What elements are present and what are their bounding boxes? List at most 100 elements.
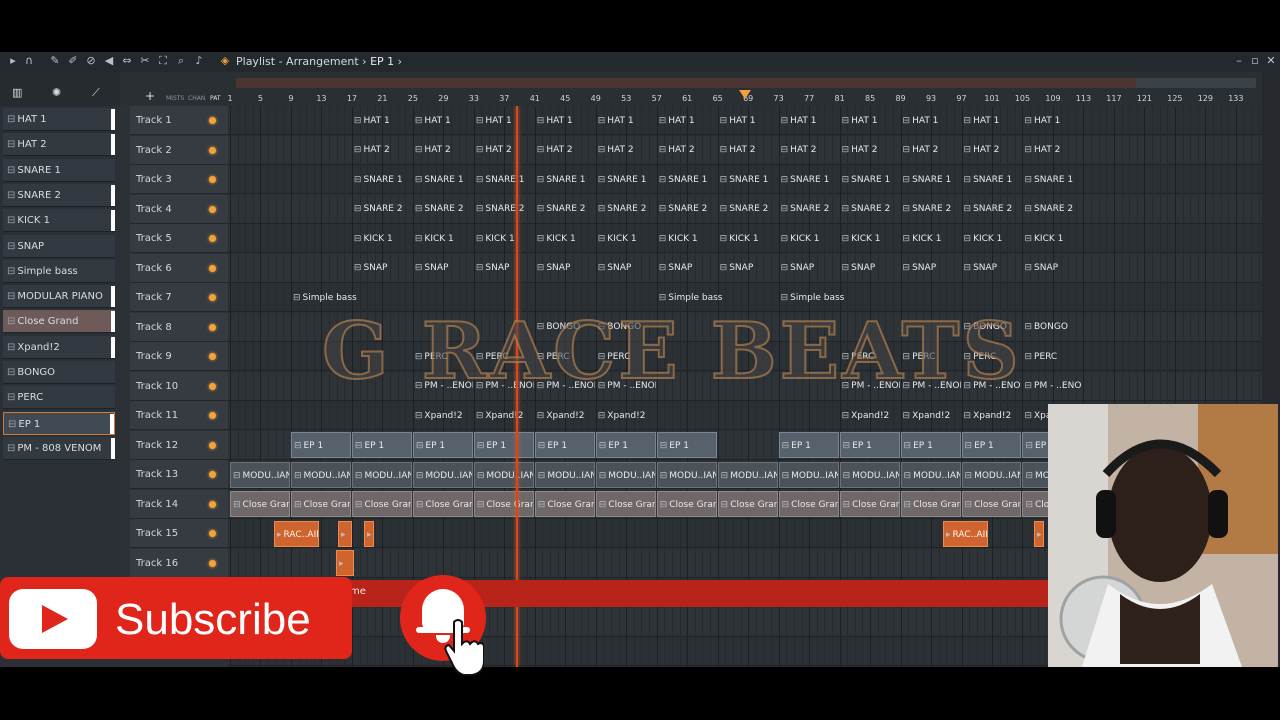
pattern-clip[interactable]: ⊟Close Grand — [839, 491, 900, 517]
pattern-clip[interactable]: ⊟ SNARE 2 — [962, 196, 1022, 222]
pattern-clip[interactable]: ⊟ SNARE 1 — [596, 167, 656, 193]
pattern-clip[interactable]: ⊟ SNARE 2 — [718, 196, 778, 222]
pattern-clip[interactable]: ⊟ SNARE 1 — [718, 167, 778, 193]
pattern-clip[interactable]: ⊟ HAT 2 — [535, 137, 595, 163]
pattern-clip[interactable]: ⊟Xpand!2 — [901, 403, 961, 429]
pattern-clip[interactable]: ⊟ HAT 2 — [1022, 137, 1082, 163]
pattern-clip[interactable]: ⊟ HAT 1 — [596, 108, 656, 134]
maximize-icon[interactable]: ▫ — [1248, 54, 1262, 67]
pattern-item[interactable]: ⊟ SNARE 2 — [3, 183, 115, 207]
pattern-item[interactable]: ⊟ HAT 2 — [3, 133, 115, 157]
pattern-clip[interactable]: ⊟ KICK 1 — [596, 226, 656, 252]
track-header[interactable]: Track 2 — [130, 135, 235, 165]
pattern-clip[interactable]: ⊟ EP 1 — [290, 432, 351, 458]
pattern-clip[interactable]: ⊟ SNARE 2 — [474, 196, 534, 222]
track-header[interactable]: Track 8 — [130, 312, 235, 342]
track-mute-led[interactable] — [209, 441, 216, 449]
pattern-clip[interactable]: ⊟ HAT 1 — [413, 108, 473, 134]
track-mute-led[interactable] — [209, 500, 216, 508]
pattern-clip[interactable]: ▸ — [1034, 520, 1044, 547]
pattern-clip[interactable]: ▸ — [338, 520, 352, 547]
track-header[interactable]: Track 1 — [130, 106, 235, 135]
track-header[interactable]: Track 10 — [130, 371, 235, 401]
pattern-clip[interactable]: ⊟ SNAP — [718, 255, 778, 281]
horizontal-scrollbar[interactable] — [236, 78, 1256, 88]
pattern-clip[interactable]: ⊟ SNARE 1 — [1022, 167, 1082, 193]
track-header[interactable]: Track 16 — [130, 548, 235, 578]
pattern-clip[interactable]: ⊟Close Grand — [961, 491, 1022, 517]
pattern-clip[interactable]: ⊟MODU..IANO — [656, 461, 717, 488]
pattern-clip[interactable]: ⊟ HAT 2 — [901, 137, 961, 163]
track-header[interactable]: Track 4 — [130, 194, 235, 224]
pattern-clip[interactable]: ⊟Xpand!2 — [962, 403, 1022, 429]
pattern-clip[interactable]: ⊟MODU..IANO — [351, 461, 412, 488]
pattern-clip[interactable]: ⊟Close Grand — [230, 491, 290, 517]
track-header[interactable]: Track 14 — [130, 489, 235, 519]
mute-icon[interactable]: ◀ — [102, 54, 116, 68]
track-mute-led[interactable] — [209, 353, 216, 360]
pattern-clip[interactable]: ⊟ EP 1 — [473, 432, 534, 458]
pattern-item[interactable]: ⊟ SNAP — [3, 234, 115, 258]
pattern-item[interactable]: ⊟ Simple bass — [3, 259, 115, 283]
track-mute-led[interactable] — [209, 176, 216, 183]
pattern-clip[interactable]: ⊟ SNAP — [474, 255, 534, 281]
track-mute-led[interactable] — [209, 382, 216, 390]
pattern-clip[interactable]: ⊟MODU..IANO — [595, 461, 656, 488]
pattern-item[interactable]: ⊟ MODULAR PIANO — [3, 285, 115, 309]
track-mute-led[interactable] — [209, 205, 216, 213]
subscribe-button[interactable]: Subscribe — [0, 577, 352, 659]
pattern-clip[interactable]: ⊟Xpand!2 — [596, 403, 656, 429]
pattern-clip[interactable]: ⊟ KICK 1 — [352, 226, 412, 252]
track-mute-led[interactable] — [209, 117, 216, 124]
pattern-clip[interactable]: ⊟ HAT 1 — [657, 108, 717, 134]
pattern-clip[interactable]: ▸RAC..AIN — [943, 520, 988, 547]
speaker-icon[interactable]: ♪ — [192, 54, 206, 68]
pattern-clip[interactable]: ⊟Close Grand — [900, 491, 961, 517]
pattern-clip[interactable]: ⊟ SNARE 1 — [413, 167, 473, 193]
pattern-clip[interactable]: ⊟ HAT 1 — [779, 108, 839, 134]
track-mute-led[interactable] — [209, 559, 216, 567]
add-track-button[interactable]: + — [145, 89, 155, 103]
pattern-clip[interactable]: ⊟ SNARE 2 — [840, 196, 900, 222]
pattern-clip[interactable]: ⊟MODU..IANO — [961, 461, 1022, 488]
pattern-clip[interactable]: ⊟PM - ..ENOM — [1022, 373, 1082, 399]
pattern-clip[interactable]: ⊟ EP 1 — [961, 432, 1022, 458]
pattern-clip[interactable]: ⊟ SNAP — [352, 255, 412, 281]
pattern-clip[interactable]: ▸RAC..AIN — [274, 520, 319, 547]
pattern-clip[interactable]: ⊟Xpand!2 — [474, 403, 534, 429]
pattern-clip[interactable]: ⊟ SNARE 2 — [596, 196, 656, 222]
pattern-clip[interactable]: ⊟MODU..IANO — [230, 461, 290, 488]
pattern-clip[interactable]: ⊟ HAT 2 — [596, 137, 656, 163]
pattern-clip[interactable]: ⊟ HAT 1 — [962, 108, 1022, 134]
pattern-clip[interactable]: ⊟ HAT 2 — [840, 137, 900, 163]
pattern-clip[interactable]: ⊟Close Grand — [473, 491, 534, 517]
track-mute-led[interactable] — [209, 471, 216, 478]
pattern-clip[interactable]: ⊟ HAT 1 — [901, 108, 961, 134]
pattern-clip[interactable]: ⊟ EP 1 — [839, 432, 900, 458]
pattern-clip[interactable]: ⊟ HAT 1 — [718, 108, 778, 134]
slip-icon[interactable]: ⇔ — [120, 54, 134, 68]
track-header[interactable]: Track 15 — [130, 519, 235, 548]
audio-icon[interactable]: ✺ — [52, 86, 61, 99]
piano-icon[interactable]: ▥ — [12, 86, 22, 99]
close-icon[interactable]: ✕ — [1264, 54, 1278, 67]
pattern-item[interactable]: ⊟ SNARE 1 — [3, 158, 115, 182]
select-icon[interactable]: ⛶ — [156, 54, 170, 68]
pattern-clip[interactable]: ⊟Close Grand — [595, 491, 656, 517]
pattern-clip[interactable]: ▸ — [364, 520, 374, 547]
slice-icon[interactable]: ✂ — [138, 54, 152, 68]
scroll-thumb[interactable] — [236, 78, 1136, 88]
song-position-marker[interactable] — [739, 90, 751, 99]
pattern-clip[interactable]: ⊟ EP 1 — [534, 432, 595, 458]
pattern-clip[interactable]: ⊟ EP 1 — [351, 432, 412, 458]
pattern-clip[interactable]: ⊟ SNARE 1 — [474, 167, 534, 193]
pattern-clip[interactable]: ⊟MODU..IANO — [290, 461, 351, 488]
pattern-clip[interactable]: ⊟ SNARE 2 — [779, 196, 839, 222]
track-mute-led[interactable] — [209, 235, 216, 242]
pattern-clip[interactable]: ⊟ SNAP — [779, 255, 839, 281]
track-header[interactable]: Track 5 — [130, 224, 235, 253]
pattern-item[interactable]: ⊟ KICK 1 — [3, 209, 115, 233]
timeline-ruler[interactable]: 1 5 9 13 17 21 25 29 33 37 41 45 49 53 57 61 65 69 73 77 81 8… — [227, 72, 1262, 106]
pattern-clip[interactable]: ⊟MODU..IANO — [839, 461, 900, 488]
pattern-clip[interactable]: ⊟MODU..IANO — [900, 461, 961, 488]
